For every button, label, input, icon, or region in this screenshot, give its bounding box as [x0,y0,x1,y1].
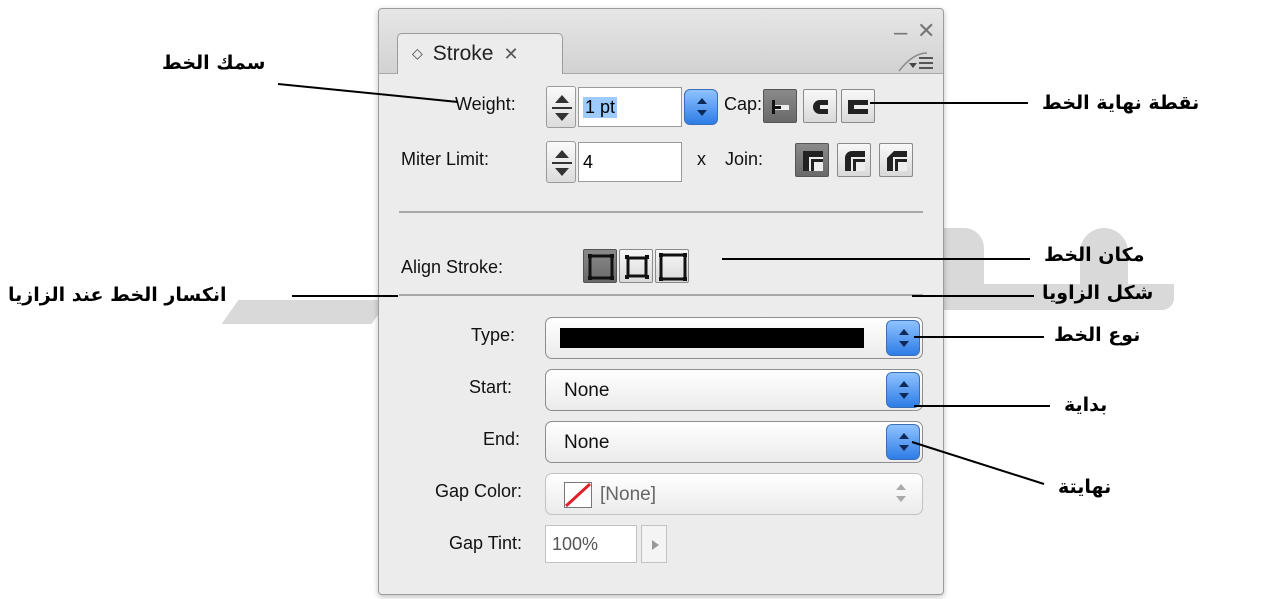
callout-end: نهايتة [1058,476,1112,498]
callout-type: نوع الخط [1054,324,1141,346]
callout-align: مكان الخط [1044,244,1145,266]
callout-line-end [911,441,1045,485]
callout-line-weight [277,83,459,103]
callout-weight: سمك الخط [162,52,266,74]
callout-join: شكل الزاويا [1042,282,1154,304]
callout-miter: انكسار الخط عند الزازيا [8,284,227,306]
callout-start: بداية [1064,394,1108,416]
callout-cap: نقطة نهاية الخط [1042,92,1200,114]
